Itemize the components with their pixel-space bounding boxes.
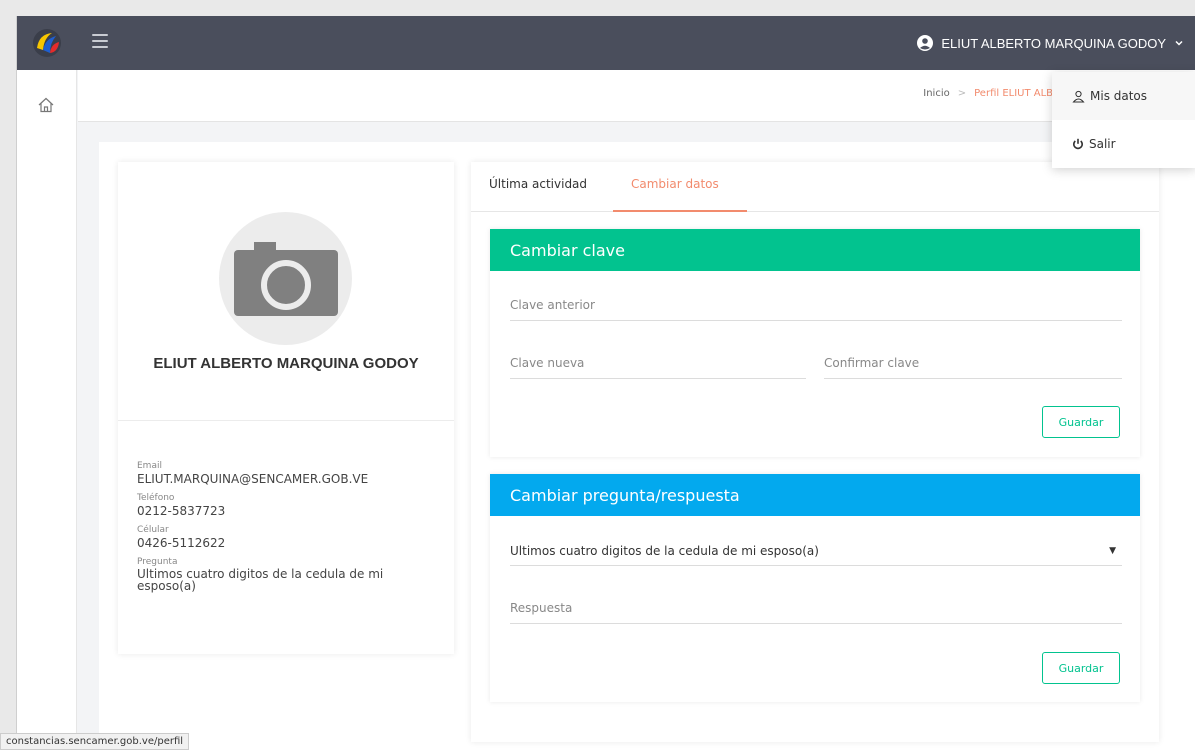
breadcrumb-current: Perfil ELIUT ALBI	[974, 88, 1056, 99]
question-select-value: Ultimos cuatro digitos de la cedula de m…	[510, 543, 819, 558]
old-password-input[interactable]	[510, 291, 1122, 319]
cell-label: Célular	[137, 525, 169, 535]
caret-down-icon: ▼	[1109, 545, 1116, 556]
change-password-panel: Cambiar clave Guardar	[490, 229, 1140, 457]
menu-item-label: Salir	[1089, 137, 1116, 151]
menu-item-label: Mis datos	[1090, 89, 1148, 103]
main-content: ELIUT ALBERTO MARQUINA GODOY Email ELIUT…	[99, 142, 1195, 750]
user-name: ELIUT ALBERTO MARQUINA GODOY	[941, 35, 1166, 51]
answer-field	[510, 594, 1122, 624]
breadcrumb-home[interactable]: Inicio	[923, 88, 949, 99]
old-password-field	[510, 291, 1122, 321]
app-window: ELIUT ALBERTO MARQUINA GODOY Inicio > Pe…	[16, 16, 1195, 750]
new-password-field	[510, 349, 806, 379]
cell-value: 0426-5112622	[137, 536, 226, 550]
active-tab-indicator	[613, 210, 747, 212]
phone-value: 0212-5837723	[137, 504, 226, 518]
browser-status-bar: constancias.sencamer.gob.ve/perfil	[0, 733, 190, 750]
change-question-title: Cambiar pregunta/respuesta	[490, 474, 1140, 516]
confirm-password-field	[824, 349, 1122, 379]
question-select[interactable]: Ultimos cuatro digitos de la cedula de m…	[510, 536, 1122, 566]
profile-card: ELIUT ALBERTO MARQUINA GODOY Email ELIUT…	[118, 162, 454, 654]
user-dropdown-menu: Mis datos Salir	[1052, 72, 1195, 168]
tab-cambiar-datos[interactable]: Cambiar datos	[631, 177, 719, 191]
tab-bar: Última actividad Cambiar datos	[471, 162, 1159, 212]
top-bar: ELIUT ALBERTO MARQUINA GODOY	[17, 16, 1195, 70]
email-label: Email	[137, 461, 162, 471]
confirm-password-input[interactable]	[824, 349, 1122, 377]
answer-input[interactable]	[510, 594, 1122, 622]
home-icon	[38, 97, 54, 113]
divider	[118, 420, 454, 421]
question-value: Ultimos cuatro digitos de la cedula de m…	[137, 567, 384, 593]
chevron-down-icon	[1175, 40, 1183, 46]
settings-card: Última actividad Cambiar datos Cambiar c…	[471, 162, 1159, 742]
tab-ultima-actividad[interactable]: Última actividad	[489, 177, 587, 191]
camera-icon	[233, 241, 338, 316]
profile-name: ELIUT ALBERTO MARQUINA GODOY	[153, 355, 419, 372]
user-menu-toggle[interactable]: ELIUT ALBERTO MARQUINA GODOY	[917, 16, 1184, 70]
breadcrumb: Inicio > Perfil ELIUT ALBI	[923, 88, 1056, 99]
profile-info: Email ELIUT.MARQUINA@SENCAMER.GOB.VE Tel…	[137, 460, 437, 598]
logo-icon	[33, 29, 61, 57]
menu-item-mis-datos[interactable]: Mis datos	[1052, 72, 1195, 120]
save-question-button[interactable]: Guardar	[1042, 652, 1120, 684]
power-icon	[1073, 138, 1083, 150]
save-password-button[interactable]: Guardar	[1042, 406, 1120, 438]
menu-item-salir[interactable]: Salir	[1052, 120, 1195, 168]
change-password-title: Cambiar clave	[490, 229, 1140, 271]
breadcrumb-separator-icon: >	[957, 88, 967, 99]
hamburger-menu-icon[interactable]	[92, 34, 108, 48]
left-sidebar	[17, 70, 77, 750]
status-url: constancias.sencamer.gob.ve/perfil	[6, 736, 184, 747]
new-password-input[interactable]	[510, 349, 806, 377]
brand-logo[interactable]	[17, 16, 77, 70]
user-icon	[1072, 90, 1085, 102]
phone-label: Teléfono	[137, 493, 175, 503]
email-value: ELIUT.MARQUINA@SENCAMER.GOB.VE	[137, 472, 369, 486]
sidebar-item-home[interactable]	[37, 96, 55, 118]
change-question-panel: Cambiar pregunta/respuesta Ultimos cuatr…	[490, 474, 1140, 702]
user-circle-icon	[917, 35, 934, 51]
avatar[interactable]	[219, 212, 352, 345]
breadcrumb-bar: Inicio > Perfil ELIUT ALBI	[78, 70, 1195, 122]
